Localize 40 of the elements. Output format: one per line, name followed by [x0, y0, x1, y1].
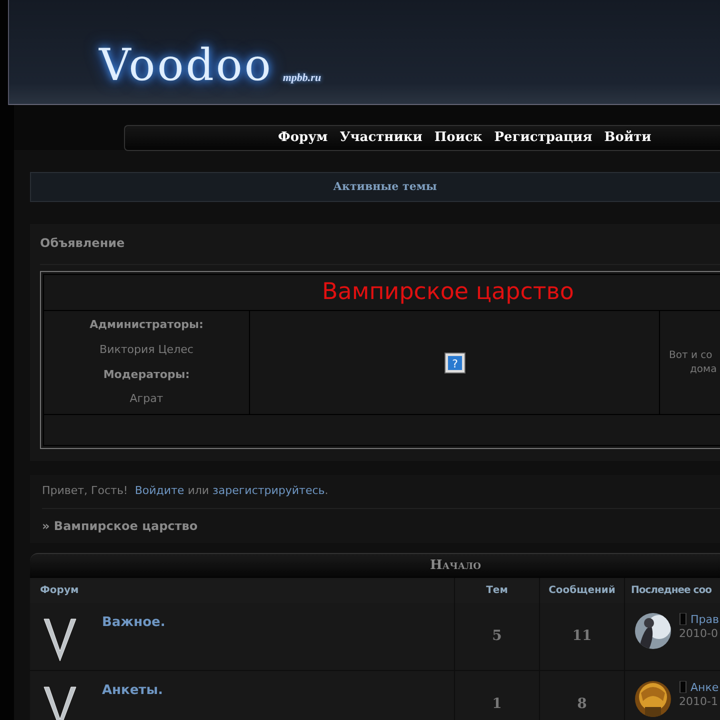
broken-image-icon: ? — [444, 352, 466, 374]
topic-icon — [679, 613, 687, 626]
last-topic-link[interactable]: Прав — [690, 612, 719, 626]
last-post-date: 2010-0 — [679, 626, 719, 642]
or-text: или — [188, 484, 210, 497]
site-tagline: mpbb.ru — [282, 70, 322, 86]
breadcrumb: » Вампирское царство — [42, 518, 199, 534]
panel-heading: Объявление — [40, 234, 720, 265]
period-text: . — [324, 484, 328, 497]
nav-link[interactable]: Участники — [340, 128, 422, 148]
column-header: Сообщений — [540, 578, 625, 602]
posts-count: 11 — [572, 626, 592, 646]
active-topics-link[interactable]: Активные темы — [333, 178, 437, 196]
topic-icon — [679, 681, 687, 694]
column-header: Тем — [455, 578, 540, 602]
forum-link[interactable]: Важное. — [102, 612, 166, 632]
nav-link[interactable]: Войти — [604, 128, 652, 148]
staff-name: Аграт — [130, 391, 164, 408]
staff-role: Модераторы: — [103, 366, 190, 383]
column-header: Последнее соо — [625, 578, 720, 602]
side-text: дома — [690, 362, 717, 376]
posts-count: 8 — [577, 694, 587, 714]
announcement-title: Вампирское царство — [322, 278, 574, 308]
nav-link[interactable]: Поиск — [434, 128, 482, 148]
last-topic-link[interactable]: Анке — [690, 680, 719, 694]
side-text: Вот и со — [669, 348, 712, 362]
register-link[interactable]: зарегистрируйтесь — [212, 484, 325, 497]
topics-count: 1 — [492, 694, 502, 714]
column-header: Форум — [30, 578, 455, 602]
last-post-date: 2010-1 — [679, 694, 719, 710]
login-link[interactable]: Войдите — [134, 484, 184, 497]
site-logo[interactable]: Voodoo — [99, 44, 273, 88]
forum-link[interactable]: Анкеты. — [102, 680, 163, 700]
staff-name: Виктория Целес — [100, 342, 194, 358]
nav-link[interactable]: Регистрация — [494, 128, 592, 148]
greeting-text: Привет, Гость! — [42, 484, 128, 497]
nav-link[interactable]: Форум — [278, 128, 328, 148]
topics-count: 5 — [492, 626, 502, 646]
category-title: Начало — [430, 556, 481, 575]
staff-role: Администраторы: — [90, 317, 204, 334]
